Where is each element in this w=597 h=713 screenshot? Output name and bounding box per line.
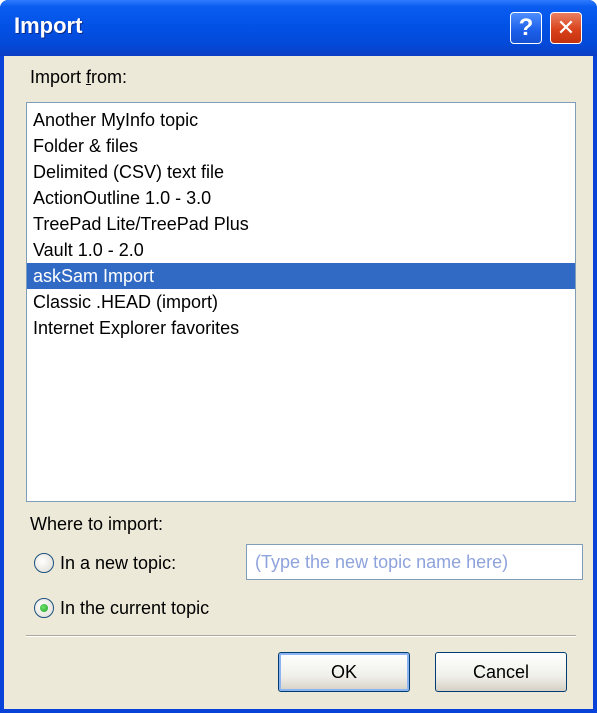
divider bbox=[26, 635, 576, 637]
close-icon: ✕ bbox=[556, 15, 576, 40]
new-topic-radio[interactable] bbox=[34, 553, 54, 573]
list-item[interactable]: Folder & files bbox=[27, 133, 575, 159]
import-from-label-post: rom: bbox=[91, 67, 128, 87]
import-from-label: Import from: bbox=[30, 67, 127, 88]
new-topic-option[interactable]: In a new topic: bbox=[34, 549, 176, 577]
dialog-body: Import from: Another MyInfo topic Folder … bbox=[4, 56, 593, 709]
current-topic-radio[interactable] bbox=[34, 598, 54, 618]
new-topic-name-input[interactable] bbox=[246, 544, 583, 580]
help-icon: ? bbox=[518, 14, 534, 41]
title-bar[interactable]: Import ? ✕ bbox=[0, 0, 597, 56]
list-item[interactable]: Classic .HEAD (import) bbox=[27, 289, 575, 315]
new-topic-label: In a new topic: bbox=[60, 552, 177, 573]
list-item[interactable]: askSam Import bbox=[27, 263, 575, 289]
close-button[interactable]: ✕ bbox=[550, 12, 582, 44]
cancel-button[interactable]: Cancel bbox=[435, 652, 567, 692]
import-source-list[interactable]: Another MyInfo topic Folder & files Delimi… bbox=[26, 102, 576, 502]
list-item[interactable]: Another MyInfo topic bbox=[27, 107, 575, 133]
current-topic-label: In the current topic bbox=[60, 597, 210, 618]
list-item[interactable]: Vault 1.0 - 2.0 bbox=[27, 237, 575, 263]
import-from-label-pre: Import bbox=[30, 67, 87, 87]
import-dialog: Import ? ✕ Import from: Another MyInfo t… bbox=[0, 0, 597, 713]
list-item[interactable]: TreePad Lite/TreePad Plus bbox=[27, 211, 575, 237]
ok-button[interactable]: OK bbox=[278, 652, 410, 692]
list-item[interactable]: Internet Explorer favorites bbox=[27, 315, 575, 341]
where-to-import-label: Where to import: bbox=[30, 514, 164, 534]
list-item[interactable]: ActionOutline 1.0 - 3.0 bbox=[27, 185, 575, 211]
current-topic-option[interactable]: In the current topic bbox=[34, 594, 209, 622]
help-button[interactable]: ? bbox=[510, 12, 542, 44]
dialog-title: Import bbox=[14, 13, 83, 38]
list-item[interactable]: Delimited (CSV) text file bbox=[27, 159, 575, 185]
